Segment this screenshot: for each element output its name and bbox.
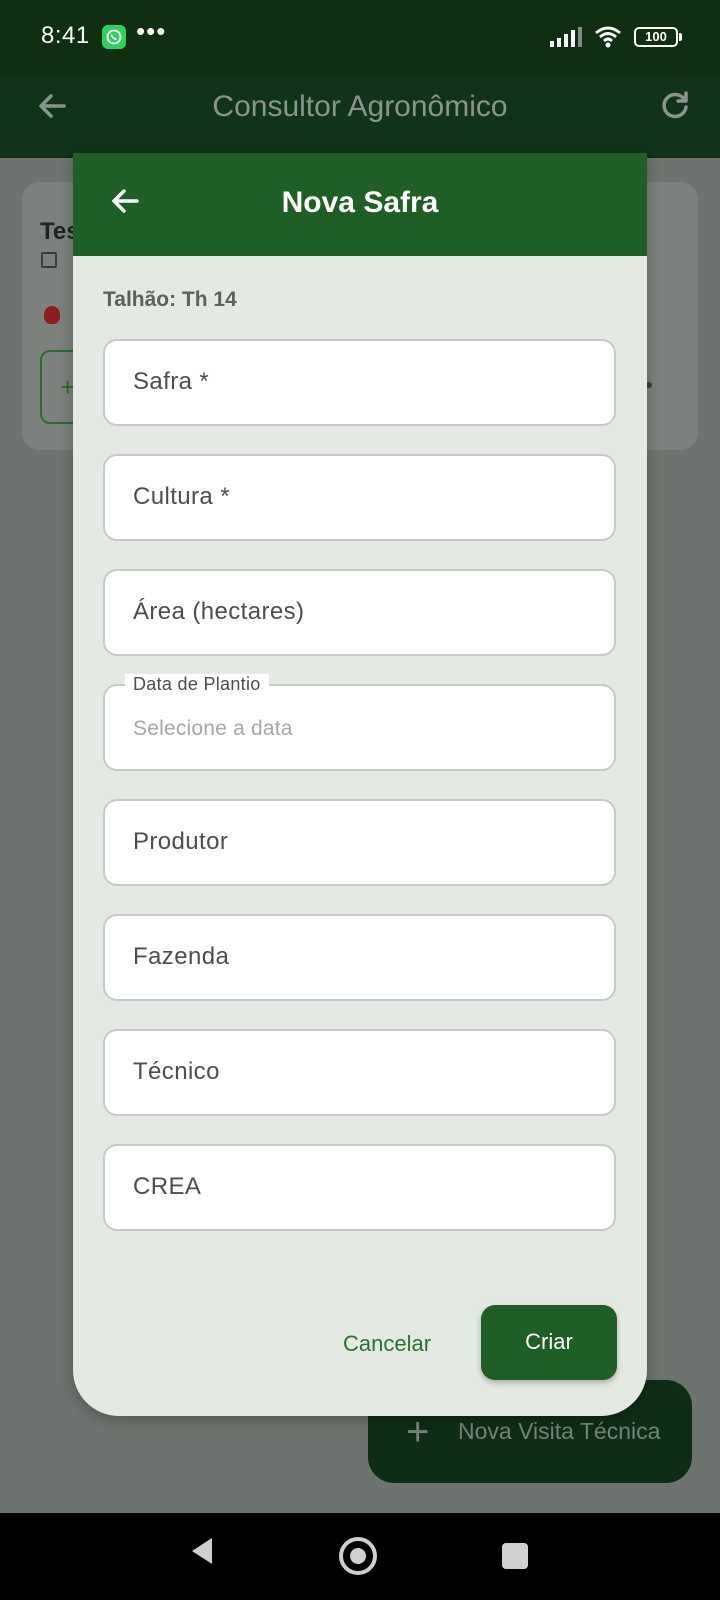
refresh-icon[interactable]: [658, 89, 692, 123]
wifi-icon: [595, 26, 621, 48]
battery-icon: 100: [634, 27, 682, 47]
nav-recents-icon[interactable]: [502, 1543, 528, 1569]
calendar-icon: [41, 252, 57, 268]
farm-field[interactable]: Fazenda: [103, 914, 616, 1001]
bug-icon: [44, 306, 60, 324]
crop-field-label: Cultura *: [133, 483, 230, 510]
new-harvest-dialog: Nova Safra Talhão: Th 14 Safra * Cultura…: [73, 153, 647, 1416]
whatsapp-icon: [102, 25, 126, 49]
battery-level: 100: [645, 29, 667, 44]
status-time: 8:41: [41, 22, 90, 49]
signal-icon: [550, 27, 582, 47]
crop-field[interactable]: Cultura *: [103, 454, 616, 541]
area-field[interactable]: Área (hectares): [103, 569, 616, 656]
harvest-field[interactable]: Safra *: [103, 339, 616, 426]
plot-label: Talhão: Th 14: [103, 288, 237, 311]
dialog-header: Nova Safra: [73, 153, 647, 256]
producer-field[interactable]: Produtor: [103, 799, 616, 886]
nav-home-icon[interactable]: [339, 1537, 377, 1575]
new-visit-fab-label: Nova Visita Técnica: [458, 1418, 661, 1444]
nav-back-icon[interactable]: [190, 1536, 214, 1566]
planting-date-label: Data de Plantio: [125, 674, 269, 695]
create-button-label: Criar: [525, 1329, 573, 1354]
planting-date-field[interactable]: Data de Plantio Selecione a data: [103, 674, 616, 771]
harvest-field-label: Safra *: [133, 368, 210, 395]
technician-field-label: Técnico: [133, 1058, 220, 1085]
planting-date-placeholder: Selecione a data: [133, 717, 293, 740]
plus-icon: +: [406, 1410, 430, 1454]
farm-field-label: Fazenda: [133, 943, 230, 970]
status-bar: 8:41 ••• 100: [0, 0, 720, 75]
dialog-title: Nova Safra: [281, 186, 439, 219]
crea-field[interactable]: CREA: [103, 1144, 616, 1231]
producer-field-label: Produtor: [133, 828, 229, 855]
app-title: Consultor Agronômico: [212, 90, 508, 123]
crea-field-label: CREA: [133, 1173, 202, 1200]
more-notifications-icon: •••: [136, 16, 167, 46]
cancel-button[interactable]: Cancelar: [343, 1331, 431, 1357]
technician-field[interactable]: Técnico: [103, 1029, 616, 1116]
area-field-label: Área (hectares): [133, 598, 305, 625]
create-button[interactable]: Criar: [481, 1305, 617, 1380]
